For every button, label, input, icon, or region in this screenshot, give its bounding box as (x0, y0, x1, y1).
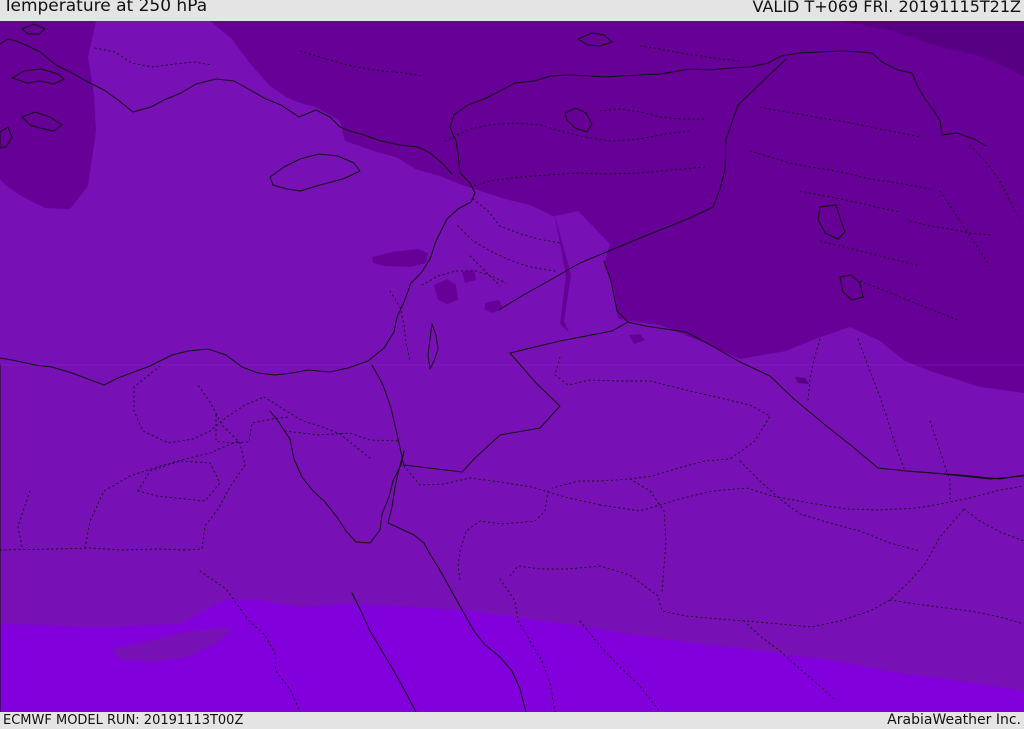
model-run-label: ECMWF MODEL RUN: 20191113T00Z (3, 713, 244, 728)
weather-map-window: Temperature at 250 hPa VALID T+069 FRI. … (0, 0, 1024, 729)
map-footer: ECMWF MODEL RUN: 20191113T00Z ArabiaWeat… (0, 712, 1024, 729)
dark-west-temperature-band (0, 21, 96, 209)
map-header: Temperature at 250 hPa VALID T+069 FRI. … (0, 0, 1024, 21)
valid-time-label: VALID T+069 FRI. 20191115T21Z (752, 0, 1021, 16)
temperature-map (0, 21, 1024, 712)
map-title: Temperature at 250 hPa (3, 0, 208, 16)
temperature-map-svg (0, 21, 1024, 712)
credit-label: ArabiaWeather Inc. (887, 712, 1021, 728)
